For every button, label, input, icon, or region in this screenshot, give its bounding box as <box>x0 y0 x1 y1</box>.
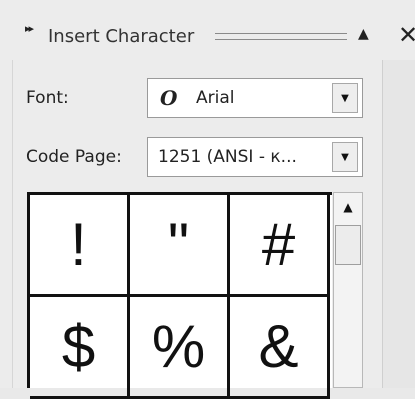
chevron-down-icon[interactable]: ▼ <box>332 83 358 113</box>
collapse-up-icon[interactable]: ▲ <box>358 26 369 42</box>
docker-titlebar: ▸▸ Insert Character ▲ ✕ <box>0 0 415 60</box>
chevron-down-icon[interactable]: ▼ <box>332 142 358 172</box>
character-cell-percent[interactable]: % <box>130 297 230 399</box>
character-grid: ! " # $ % & <box>27 192 332 399</box>
font-label: Font: <box>26 88 69 108</box>
title-grip-line[interactable] <box>215 33 347 40</box>
character-grid-scrollbar[interactable]: ▲ <box>333 192 363 388</box>
character-cell-dollar[interactable]: $ <box>30 297 130 399</box>
scrollbar-thumb[interactable] <box>335 225 361 265</box>
scroll-up-icon[interactable]: ▲ <box>336 195 360 219</box>
character-cell-exclamation[interactable]: ! <box>30 195 130 297</box>
font-select[interactable]: O Arial ▼ <box>147 78 363 118</box>
code-page-label: Code Page: <box>26 147 122 167</box>
character-cell-hash[interactable]: # <box>230 195 330 297</box>
font-select-value: Arial <box>196 88 235 108</box>
code-page-select-value: 1251 (ANSI - к... <box>158 147 297 167</box>
insert-character-docker: ▸▸ Insert Character ▲ ✕ Font: O Arial ▼ … <box>0 0 415 399</box>
character-cell-ampersand[interactable]: & <box>230 297 330 399</box>
opentype-font-icon: O <box>160 86 178 110</box>
expand-arrows-icon[interactable]: ▸▸ <box>25 22 34 35</box>
code-page-select[interactable]: 1251 (ANSI - к... ▼ <box>147 137 363 177</box>
docker-right-strip <box>382 60 415 388</box>
close-icon[interactable]: ✕ <box>398 21 415 49</box>
character-cell-quote[interactable]: " <box>130 195 230 297</box>
docker-title: Insert Character <box>48 26 195 47</box>
